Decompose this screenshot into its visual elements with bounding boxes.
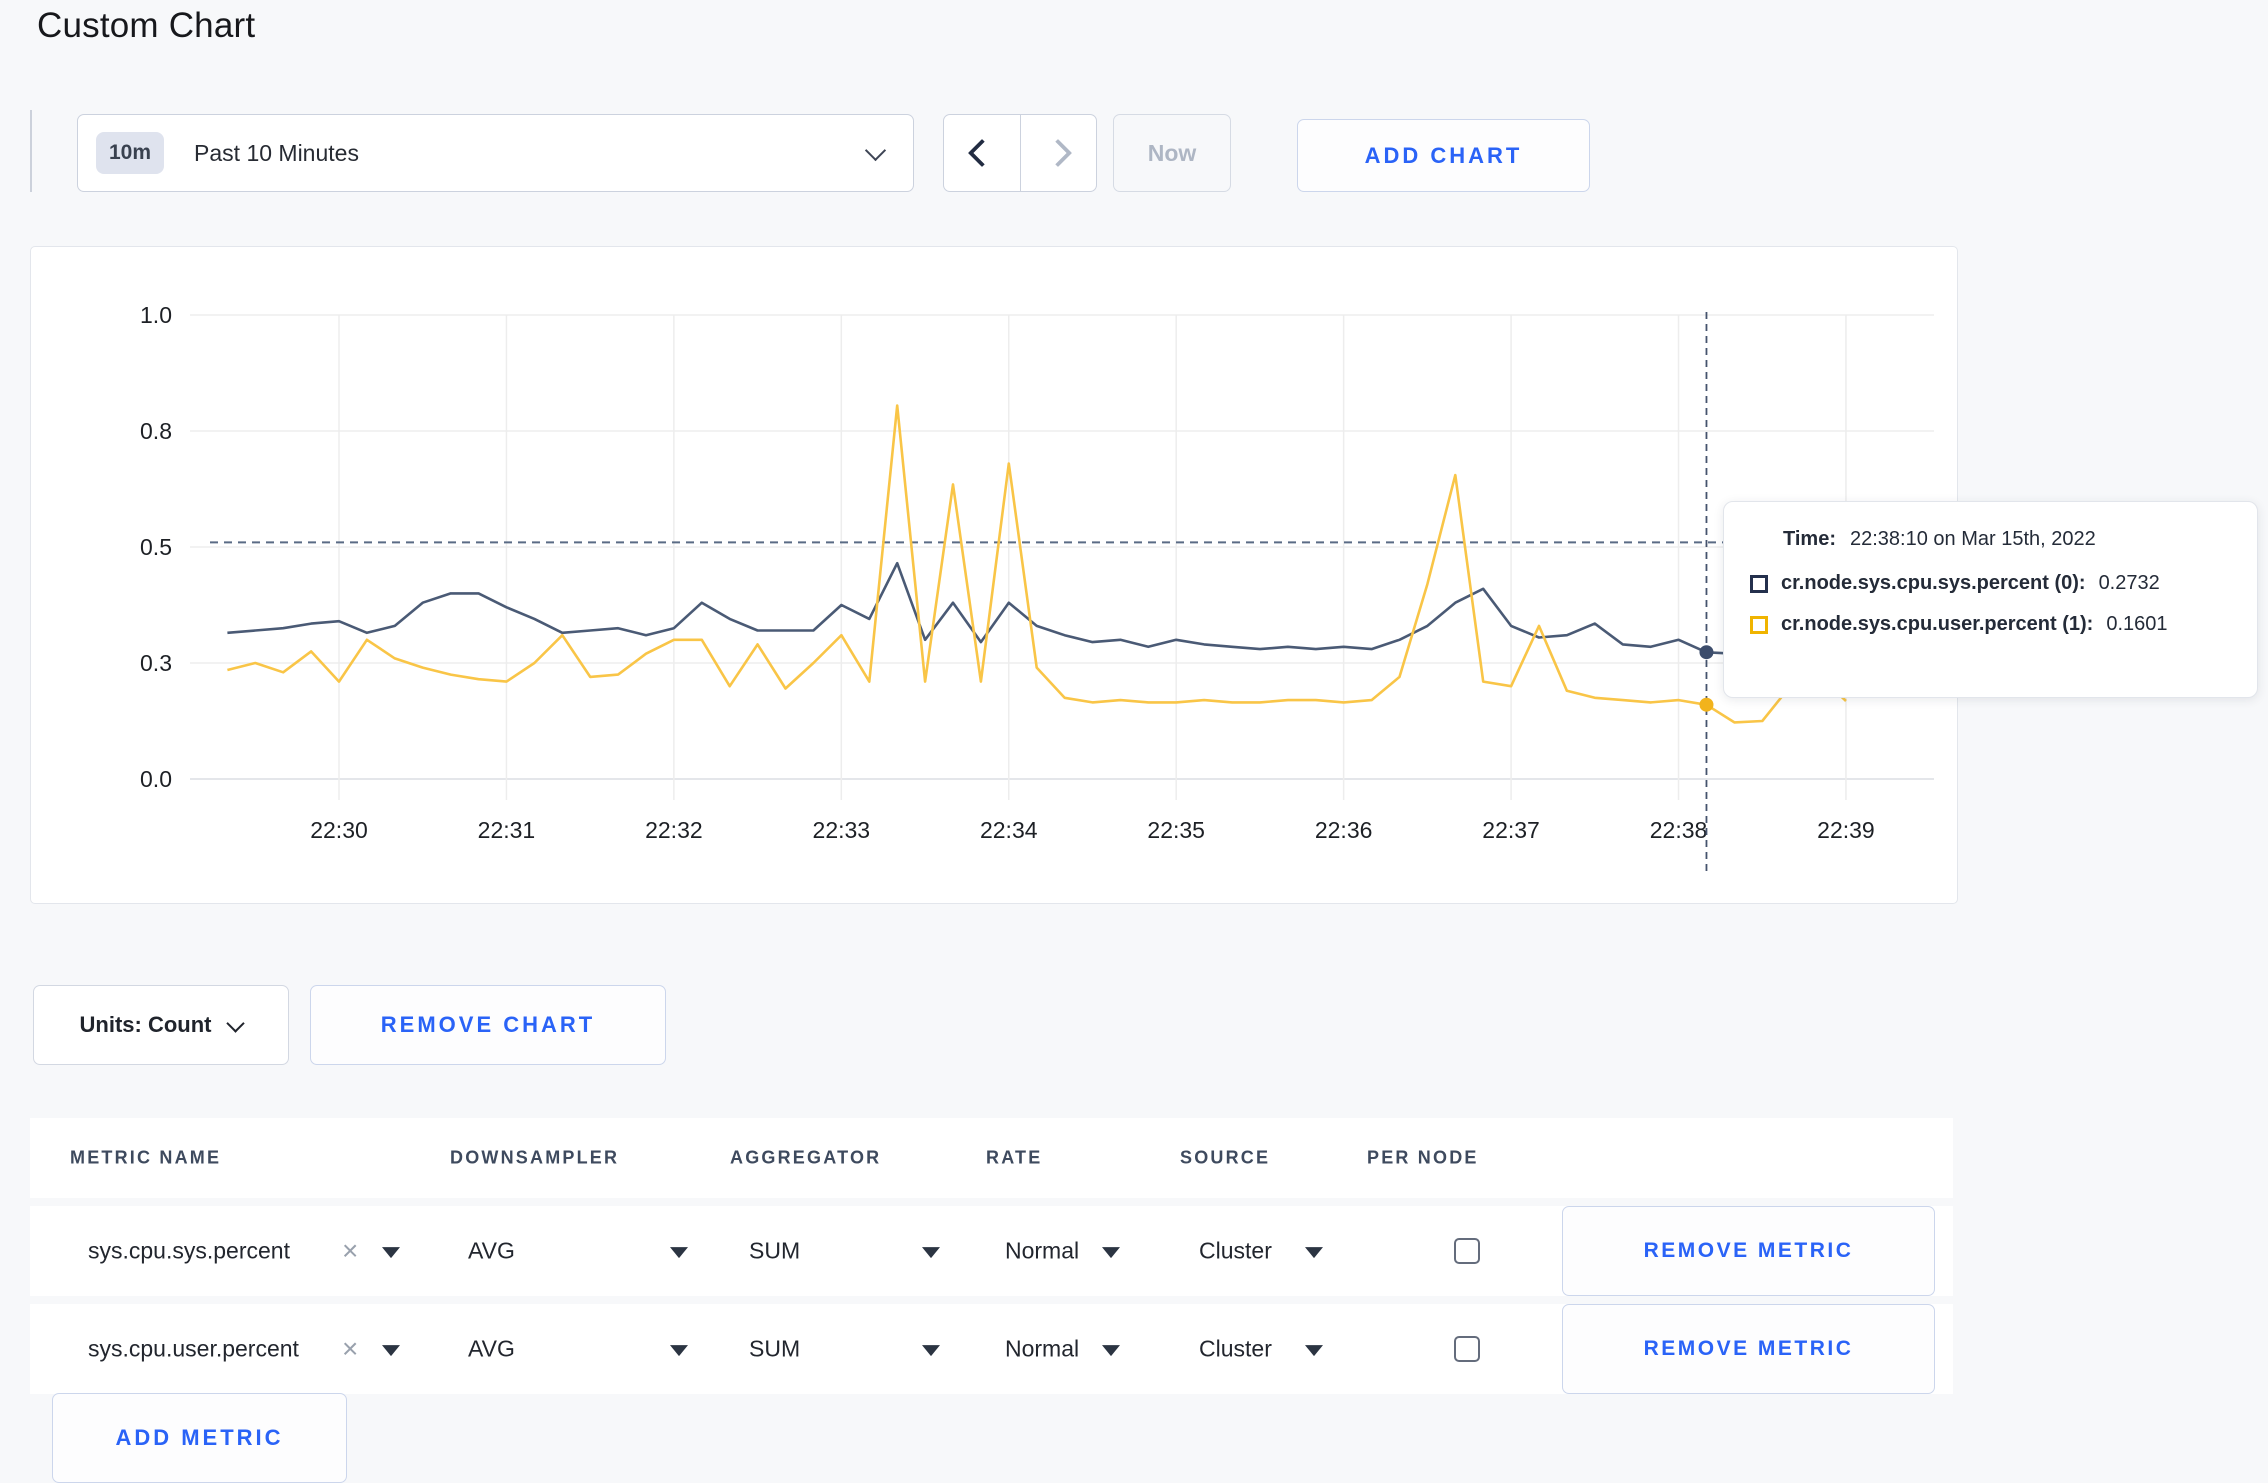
source-caret-icon [1305,1247,1323,1259]
sys-series-swatch-icon [1750,574,1768,593]
downsampler-select[interactable]: AVG [468,1336,515,1363]
time-back-button[interactable] [944,115,1021,191]
remove-metric-button[interactable]: REMOVE METRIC [1562,1206,1935,1296]
rate-select[interactable]: Normal [1005,1238,1079,1265]
aggregator-select[interactable]: SUM [749,1336,800,1363]
custom-chart-page: { "page": { "title": "Custom Chart" }, "… [0,0,2268,1483]
downsampler-caret-icon [670,1345,688,1357]
downsampler-caret-icon [670,1247,688,1259]
tooltip-series-value: 0.1601 [2106,613,2168,635]
chevron-down-icon [226,1013,246,1033]
page-title: Custom Chart [37,6,256,45]
chart-hover-tooltip: Time: 22:38:10 on Mar 15th, 2022 cr.node… [1723,501,2258,698]
col-rate: RATE [986,1147,1043,1168]
tooltip-time-row: Time: 22:38:10 on Mar 15th, 2022 [1783,528,2237,551]
add-metric-button[interactable]: ADD METRIC [52,1393,347,1483]
tooltip-time-label: Time: [1783,528,1836,550]
col-aggregator: AGGREGATOR [730,1147,882,1168]
per-node-checkbox[interactable] [1454,1336,1480,1362]
time-range-dropdown[interactable]: 10m Past 10 Minutes [77,114,914,192]
col-source: SOURCE [1180,1147,1271,1168]
chart-card [30,246,1958,904]
tooltip-series-value: 0.2732 [2098,572,2160,594]
metric-row: sys.cpu.sys.percent × AVG SUM Normal Clu… [30,1206,1953,1296]
col-downsampler: DOWNSAMPLER [450,1147,620,1168]
chevron-right-icon [1044,138,1073,168]
tooltip-series-row: cr.node.sys.cpu.user.percent (1): 0.1601 [1750,613,2237,636]
metric-caret-icon [382,1345,400,1357]
tooltip-series-row: cr.node.sys.cpu.sys.percent (0): 0.2732 [1750,572,2237,595]
units-dropdown[interactable]: Units: Count [33,985,289,1065]
time-forward-button[interactable] [1021,115,1097,191]
rate-caret-icon [1102,1247,1120,1259]
metric-caret-icon [382,1247,400,1259]
aggregator-caret-icon [922,1247,940,1259]
chevron-left-icon [967,138,996,168]
source-select[interactable]: Cluster [1199,1238,1272,1265]
now-button[interactable]: Now [1113,114,1231,192]
rate-select[interactable]: Normal [1005,1336,1079,1363]
metric-name-select[interactable]: sys.cpu.sys.percent [88,1238,290,1265]
source-caret-icon [1305,1345,1323,1357]
toolbar-divider [30,110,32,192]
col-per-node: PER NODE [1367,1147,1479,1168]
tooltip-series-name: cr.node.sys.cpu.sys.percent (0): [1781,572,2086,594]
clear-metric-icon[interactable]: × [342,1335,358,1363]
units-label: Units: Count [79,1012,212,1037]
tooltip-series-name: cr.node.sys.cpu.user.percent (1): [1781,613,2094,635]
metric-name-select[interactable]: sys.cpu.user.percent [88,1336,299,1363]
downsampler-select[interactable]: AVG [468,1238,515,1265]
per-node-checkbox[interactable] [1454,1238,1480,1264]
remove-chart-button[interactable]: REMOVE CHART [310,985,666,1065]
user-series-swatch-icon [1750,615,1768,634]
metric-row: sys.cpu.user.percent × AVG SUM Normal Cl… [30,1304,1953,1394]
aggregator-caret-icon [922,1345,940,1357]
chevron-down-icon [864,139,887,161]
clear-metric-icon[interactable]: × [342,1237,358,1265]
time-pager [943,114,1097,192]
aggregator-select[interactable]: SUM [749,1238,800,1265]
source-select[interactable]: Cluster [1199,1336,1272,1363]
rate-caret-icon [1102,1345,1120,1357]
metrics-table-header: METRIC NAME DOWNSAMPLER AGGREGATOR RATE … [30,1118,1953,1198]
time-range-label: Past 10 Minutes [194,139,359,166]
remove-metric-button[interactable]: REMOVE METRIC [1562,1304,1935,1394]
col-metric-name: METRIC NAME [70,1147,222,1168]
tooltip-time-value: 22:38:10 on Mar 15th, 2022 [1849,528,2096,550]
add-chart-button[interactable]: ADD CHART [1297,119,1590,192]
time-range-badge: 10m [96,132,165,174]
